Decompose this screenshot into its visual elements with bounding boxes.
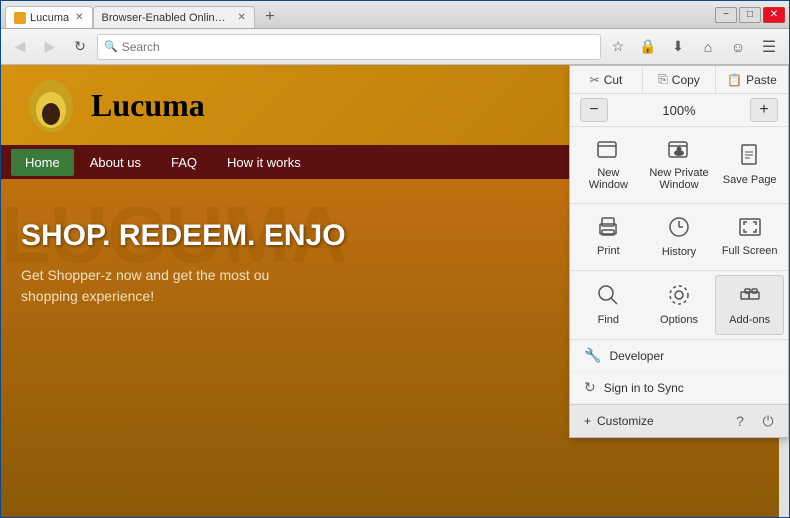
browser-window: Lucuma ✕ Browser-Enabled Online Advert..… [0,0,790,518]
print-button[interactable]: Print [574,208,643,266]
developer-icon: 🔧 [584,347,601,364]
close-button[interactable]: ✕ [763,7,785,23]
tab-close-lucuma[interactable]: ✕ [75,12,83,23]
cut-label: Cut [604,73,623,87]
sign-in-label: Sign in to Sync [604,381,684,395]
bookmark-icon[interactable]: ☆ [605,34,631,60]
dropdown-menu: ✂ Cut ⎘ Copy 📋 Paste − 100% + [569,65,789,438]
menu-icons-row2: Print History [570,204,788,271]
copy-button[interactable]: ⎘ Copy [643,66,716,93]
paste-button[interactable]: 📋 Paste [716,67,788,93]
save-page-button[interactable]: Save Page [715,131,784,199]
add-ons-button[interactable]: Add-ons [715,275,784,335]
search-input[interactable] [122,40,594,54]
full-screen-icon [739,217,761,241]
full-screen-button[interactable]: Full Screen [715,208,784,266]
copy-icon: ⎘ [658,72,668,87]
history-icon [668,216,690,242]
toolbar-icons: ☆ 🔒 ⬇ ⌂ ☺ [605,34,751,60]
sign-in-item[interactable]: ↻ Sign in to Sync [570,372,788,404]
window-controls: − □ ✕ [715,7,785,23]
paste-icon: 📋 [727,73,742,87]
add-ons-icon [739,284,761,310]
options-icon [668,284,690,310]
zoom-out-button[interactable]: − [580,98,608,122]
sync-icon: ↻ [584,379,596,396]
user-icon[interactable]: ☺ [725,34,751,60]
menu-bottom-right: ? ⏻ [728,409,780,433]
print-label: Print [597,245,620,257]
save-page-icon [740,144,760,170]
customize-label: Customize [597,414,654,428]
tab-advert[interactable]: Browser-Enabled Online Advert... ✕ [93,6,255,28]
zoom-row: − 100% + [570,94,788,127]
search-icon: 🔍 [104,40,118,53]
help-icon[interactable]: ? [728,409,752,433]
zoom-value: 100% [662,103,695,118]
customize-icon: + [584,414,591,428]
new-window-label: New Window [578,167,639,191]
tab-favicon [14,12,26,24]
site-title: Lucuma [91,87,205,124]
logo-avocado [21,78,81,133]
history-label: History [662,246,696,258]
cut-icon: ✂ [590,73,600,87]
print-icon [597,217,619,241]
back-button[interactable]: ◀ [7,34,33,60]
tab-label-lucuma: Lucuma [30,12,69,24]
refresh-button[interactable]: ↻ [67,34,93,60]
menu-bottom-bar: + Customize ? ⏻ [570,404,788,437]
shield-icon[interactable]: 🔒 [635,34,661,60]
add-ons-label: Add-ons [729,314,770,326]
nav-faq[interactable]: FAQ [157,149,211,176]
paste-label: Paste [746,73,777,87]
tab-label-advert: Browser-Enabled Online Advert... [102,12,232,24]
new-window-icon [597,139,619,163]
menu-icons-row3: Find Options [570,271,788,340]
find-label: Find [598,314,619,326]
developer-label: Developer [609,349,664,363]
hamburger-menu-button[interactable]: ☰ [755,33,783,61]
minimize-button[interactable]: − [715,7,737,23]
new-private-window-label: New Private Window [649,167,710,191]
new-private-window-icon [668,139,690,163]
nav-home[interactable]: Home [11,149,74,176]
zoom-in-button[interactable]: + [750,98,778,122]
new-window-button[interactable]: New Window [574,131,643,199]
cut-button[interactable]: ✂ Cut [570,67,643,93]
developer-item[interactable]: 🔧 Developer [570,340,788,372]
new-private-window-button[interactable]: New Private Window [645,131,714,199]
tab-lucuma[interactable]: Lucuma ✕ [5,6,93,28]
save-page-label: Save Page [723,174,777,186]
title-bar: Lucuma ✕ Browser-Enabled Online Advert..… [1,1,789,29]
browser-content: Lucuma Home About us FAQ How it works LU… [1,65,789,517]
home-icon[interactable]: ⌂ [695,34,721,60]
maximize-button[interactable]: □ [739,7,761,23]
nav-bar: ◀ ▶ ↻ 🔍 ☆ 🔒 ⬇ ⌂ ☺ ☰ [1,29,789,65]
power-icon[interactable]: ⏻ [756,409,780,433]
tab-close-advert[interactable]: ✕ [238,12,246,23]
find-button[interactable]: Find [574,275,643,335]
download-icon[interactable]: ⬇ [665,34,691,60]
options-button[interactable]: Options [645,275,714,335]
nav-how[interactable]: How it works [213,149,315,176]
menu-icons-row1: New Window New Private Window [570,127,788,204]
find-icon [597,284,619,310]
full-screen-label: Full Screen [722,245,778,257]
new-tab-button[interactable]: + [259,6,281,28]
options-label: Options [660,314,698,326]
address-bar[interactable]: 🔍 [97,34,601,60]
cut-copy-paste-row: ✂ Cut ⎘ Copy 📋 Paste [570,66,788,94]
history-button[interactable]: History [645,208,714,266]
customize-button[interactable]: + Customize [578,411,660,431]
forward-button[interactable]: ▶ [37,34,63,60]
tab-bar: Lucuma ✕ Browser-Enabled Online Advert..… [5,1,715,28]
copy-label: Copy [672,73,700,87]
nav-about[interactable]: About us [76,149,155,176]
